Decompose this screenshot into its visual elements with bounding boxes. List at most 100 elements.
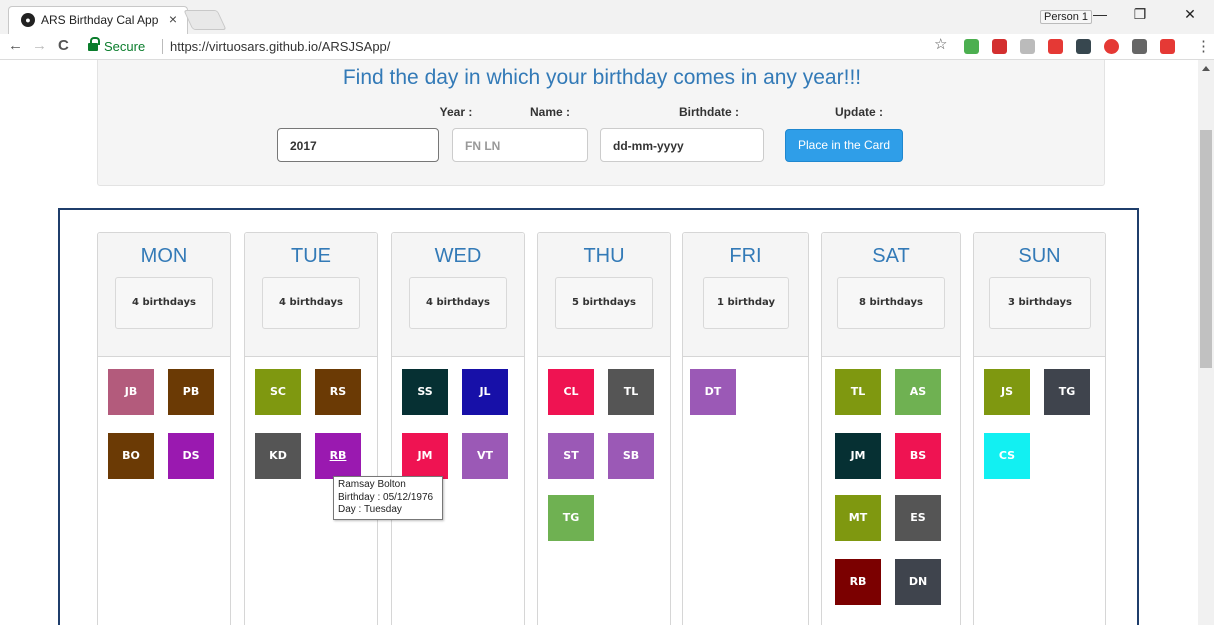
- birthday-tooltip: Ramsay Bolton Birthday : 05/12/1976 Day …: [333, 476, 443, 520]
- day-header: TUE 4 birthdays: [245, 233, 377, 357]
- day-column-sat: SAT 8 birthdays TL AS JM BS MT ES RB DN: [821, 232, 961, 625]
- person-badge[interactable]: ES: [895, 495, 941, 541]
- person-badge[interactable]: BO: [108, 433, 154, 479]
- tab-title: ARS Birthday Cal App: [41, 13, 159, 27]
- birthday-calendar: MON 4 birthdays JB PB BO DS TUE 4 birthdays SC RS…: [58, 208, 1139, 625]
- day-column-tue: TUE 4 birthdays SC RS KD RB: [244, 232, 378, 625]
- opera-icon[interactable]: [1104, 39, 1119, 54]
- profile-button[interactable]: Person 1: [1040, 10, 1093, 24]
- person-badge[interactable]: SB: [608, 433, 654, 479]
- place-in-card-button[interactable]: Place in the Card: [785, 129, 903, 162]
- day-column-mon: MON 4 birthdays JB PB BO DS: [97, 232, 231, 625]
- tooltip-birthday: Birthday : 05/12/1976: [338, 491, 434, 503]
- person-badge[interactable]: SS: [402, 369, 448, 415]
- day-column-thu: THU 5 birthdays CL TL ST SB TG: [537, 232, 671, 625]
- person-badge[interactable]: TL: [835, 369, 881, 415]
- github-icon: ●: [21, 13, 35, 27]
- scroll-up-icon[interactable]: [1202, 66, 1210, 71]
- person-badge[interactable]: SC: [255, 369, 301, 415]
- birthday-count: 5 birthdays: [555, 277, 653, 329]
- person-badge[interactable]: DT: [690, 369, 736, 415]
- day-header: THU 5 birthdays: [538, 233, 670, 357]
- person-badge[interactable]: JM: [402, 433, 448, 479]
- extension-icon[interactable]: [992, 39, 1007, 54]
- birthday-count: 4 birthdays: [115, 277, 213, 329]
- birthday-count: 4 birthdays: [262, 277, 360, 329]
- address-bar[interactable]: Secure https://virtuosars.github.io/ARSJ…: [84, 36, 964, 58]
- browser-tab[interactable]: ● ARS Birthday Cal App ×: [8, 6, 188, 34]
- birthday-count: 4 birthdays: [409, 277, 507, 329]
- day-header: WED 4 birthdays: [392, 233, 524, 357]
- person-badge[interactable]: KD: [255, 433, 301, 479]
- browser-toolbar: ← → C Secure https://virtuosars.github.i…: [0, 34, 1214, 60]
- extension-icon[interactable]: [1160, 39, 1175, 54]
- person-badge[interactable]: ST: [548, 433, 594, 479]
- extension-icon[interactable]: [1020, 39, 1035, 54]
- tooltip-day: Day : Tuesday: [338, 504, 402, 515]
- day-name: SUN: [1018, 245, 1061, 267]
- person-badge[interactable]: TL: [608, 369, 654, 415]
- person-badge[interactable]: DN: [895, 559, 941, 605]
- birthday-count: 8 birthdays: [837, 277, 945, 329]
- person-badge[interactable]: TG: [548, 495, 594, 541]
- day-name: TUE: [291, 245, 331, 267]
- menu-icon[interactable]: ⋮: [1196, 37, 1211, 55]
- extension-icon[interactable]: [1076, 39, 1091, 54]
- day-column-sun: SUN 3 birthdays JS TG CS: [973, 232, 1106, 625]
- page-title: Find the day in which your birthday come…: [342, 66, 862, 89]
- scroll-thumb[interactable]: [1200, 130, 1212, 368]
- person-badge[interactable]: MT: [835, 495, 881, 541]
- person-badge[interactable]: AS: [895, 369, 941, 415]
- day-column-wed: WED 4 birthdays SS JL JM VT: [391, 232, 525, 625]
- person-badge[interactable]: CL: [548, 369, 594, 415]
- name-label: Name :: [529, 105, 570, 119]
- restore-icon[interactable]: ❐: [1130, 6, 1150, 23]
- extension-icon[interactable]: [1048, 39, 1063, 54]
- page-scrollbar[interactable]: [1198, 60, 1214, 625]
- birthday-form-panel: Find the day in which your birthday come…: [97, 60, 1105, 186]
- person-badge[interactable]: TG: [1044, 369, 1090, 415]
- person-badge[interactable]: DS: [168, 433, 214, 479]
- back-icon[interactable]: ←: [8, 37, 23, 54]
- person-badge[interactable]: RB: [315, 433, 361, 479]
- forward-icon[interactable]: →: [32, 37, 47, 54]
- day-name: SAT: [872, 245, 910, 267]
- person-badge[interactable]: JL: [462, 369, 508, 415]
- birthday-count: 1 birthday: [703, 277, 789, 329]
- birthday-count: 3 birthdays: [989, 277, 1091, 329]
- secure-label: Secure: [104, 39, 146, 54]
- url-text[interactable]: https://virtuosars.github.io/ARSJSApp/: [170, 39, 390, 54]
- person-badge[interactable]: RB: [835, 559, 881, 605]
- minimize-icon[interactable]: —: [1090, 6, 1110, 22]
- person-badge[interactable]: BS: [895, 433, 941, 479]
- person-badge[interactable]: JM: [835, 433, 881, 479]
- birthdate-input[interactable]: dd-mm-yyyy: [600, 128, 764, 162]
- day-header: SUN 3 birthdays: [974, 233, 1105, 357]
- day-header: MON 4 birthdays: [98, 233, 230, 357]
- new-tab-button[interactable]: [183, 10, 227, 30]
- person-badge[interactable]: RS: [315, 369, 361, 415]
- birthdate-label: Birthdate :: [679, 105, 739, 119]
- update-label: Update :: [835, 105, 883, 119]
- tooltip-name: Ramsay Bolton: [338, 479, 406, 490]
- lock-icon: [88, 37, 100, 51]
- extension-icon[interactable]: [964, 39, 979, 54]
- day-name: THU: [583, 245, 625, 267]
- day-name: FRI: [729, 245, 762, 267]
- bookmark-star-icon[interactable]: ☆: [934, 35, 947, 53]
- person-badge[interactable]: PB: [168, 369, 214, 415]
- person-badge[interactable]: JB: [108, 369, 154, 415]
- day-header: FRI 1 birthday: [683, 233, 808, 357]
- page-viewport: Find the day in which your birthday come…: [0, 60, 1198, 625]
- tab-close-icon[interactable]: ×: [169, 11, 177, 27]
- person-badge[interactable]: JS: [984, 369, 1030, 415]
- person-badge[interactable]: CS: [984, 433, 1030, 479]
- close-window-icon[interactable]: ✕: [1180, 6, 1200, 23]
- year-input[interactable]: 2017: [277, 128, 439, 162]
- panda-icon[interactable]: [1132, 39, 1147, 54]
- day-header: SAT 8 birthdays: [822, 233, 960, 357]
- name-input[interactable]: FN LN: [452, 128, 588, 162]
- reload-icon[interactable]: C: [58, 37, 69, 54]
- person-badge[interactable]: VT: [462, 433, 508, 479]
- day-name: MON: [140, 245, 188, 267]
